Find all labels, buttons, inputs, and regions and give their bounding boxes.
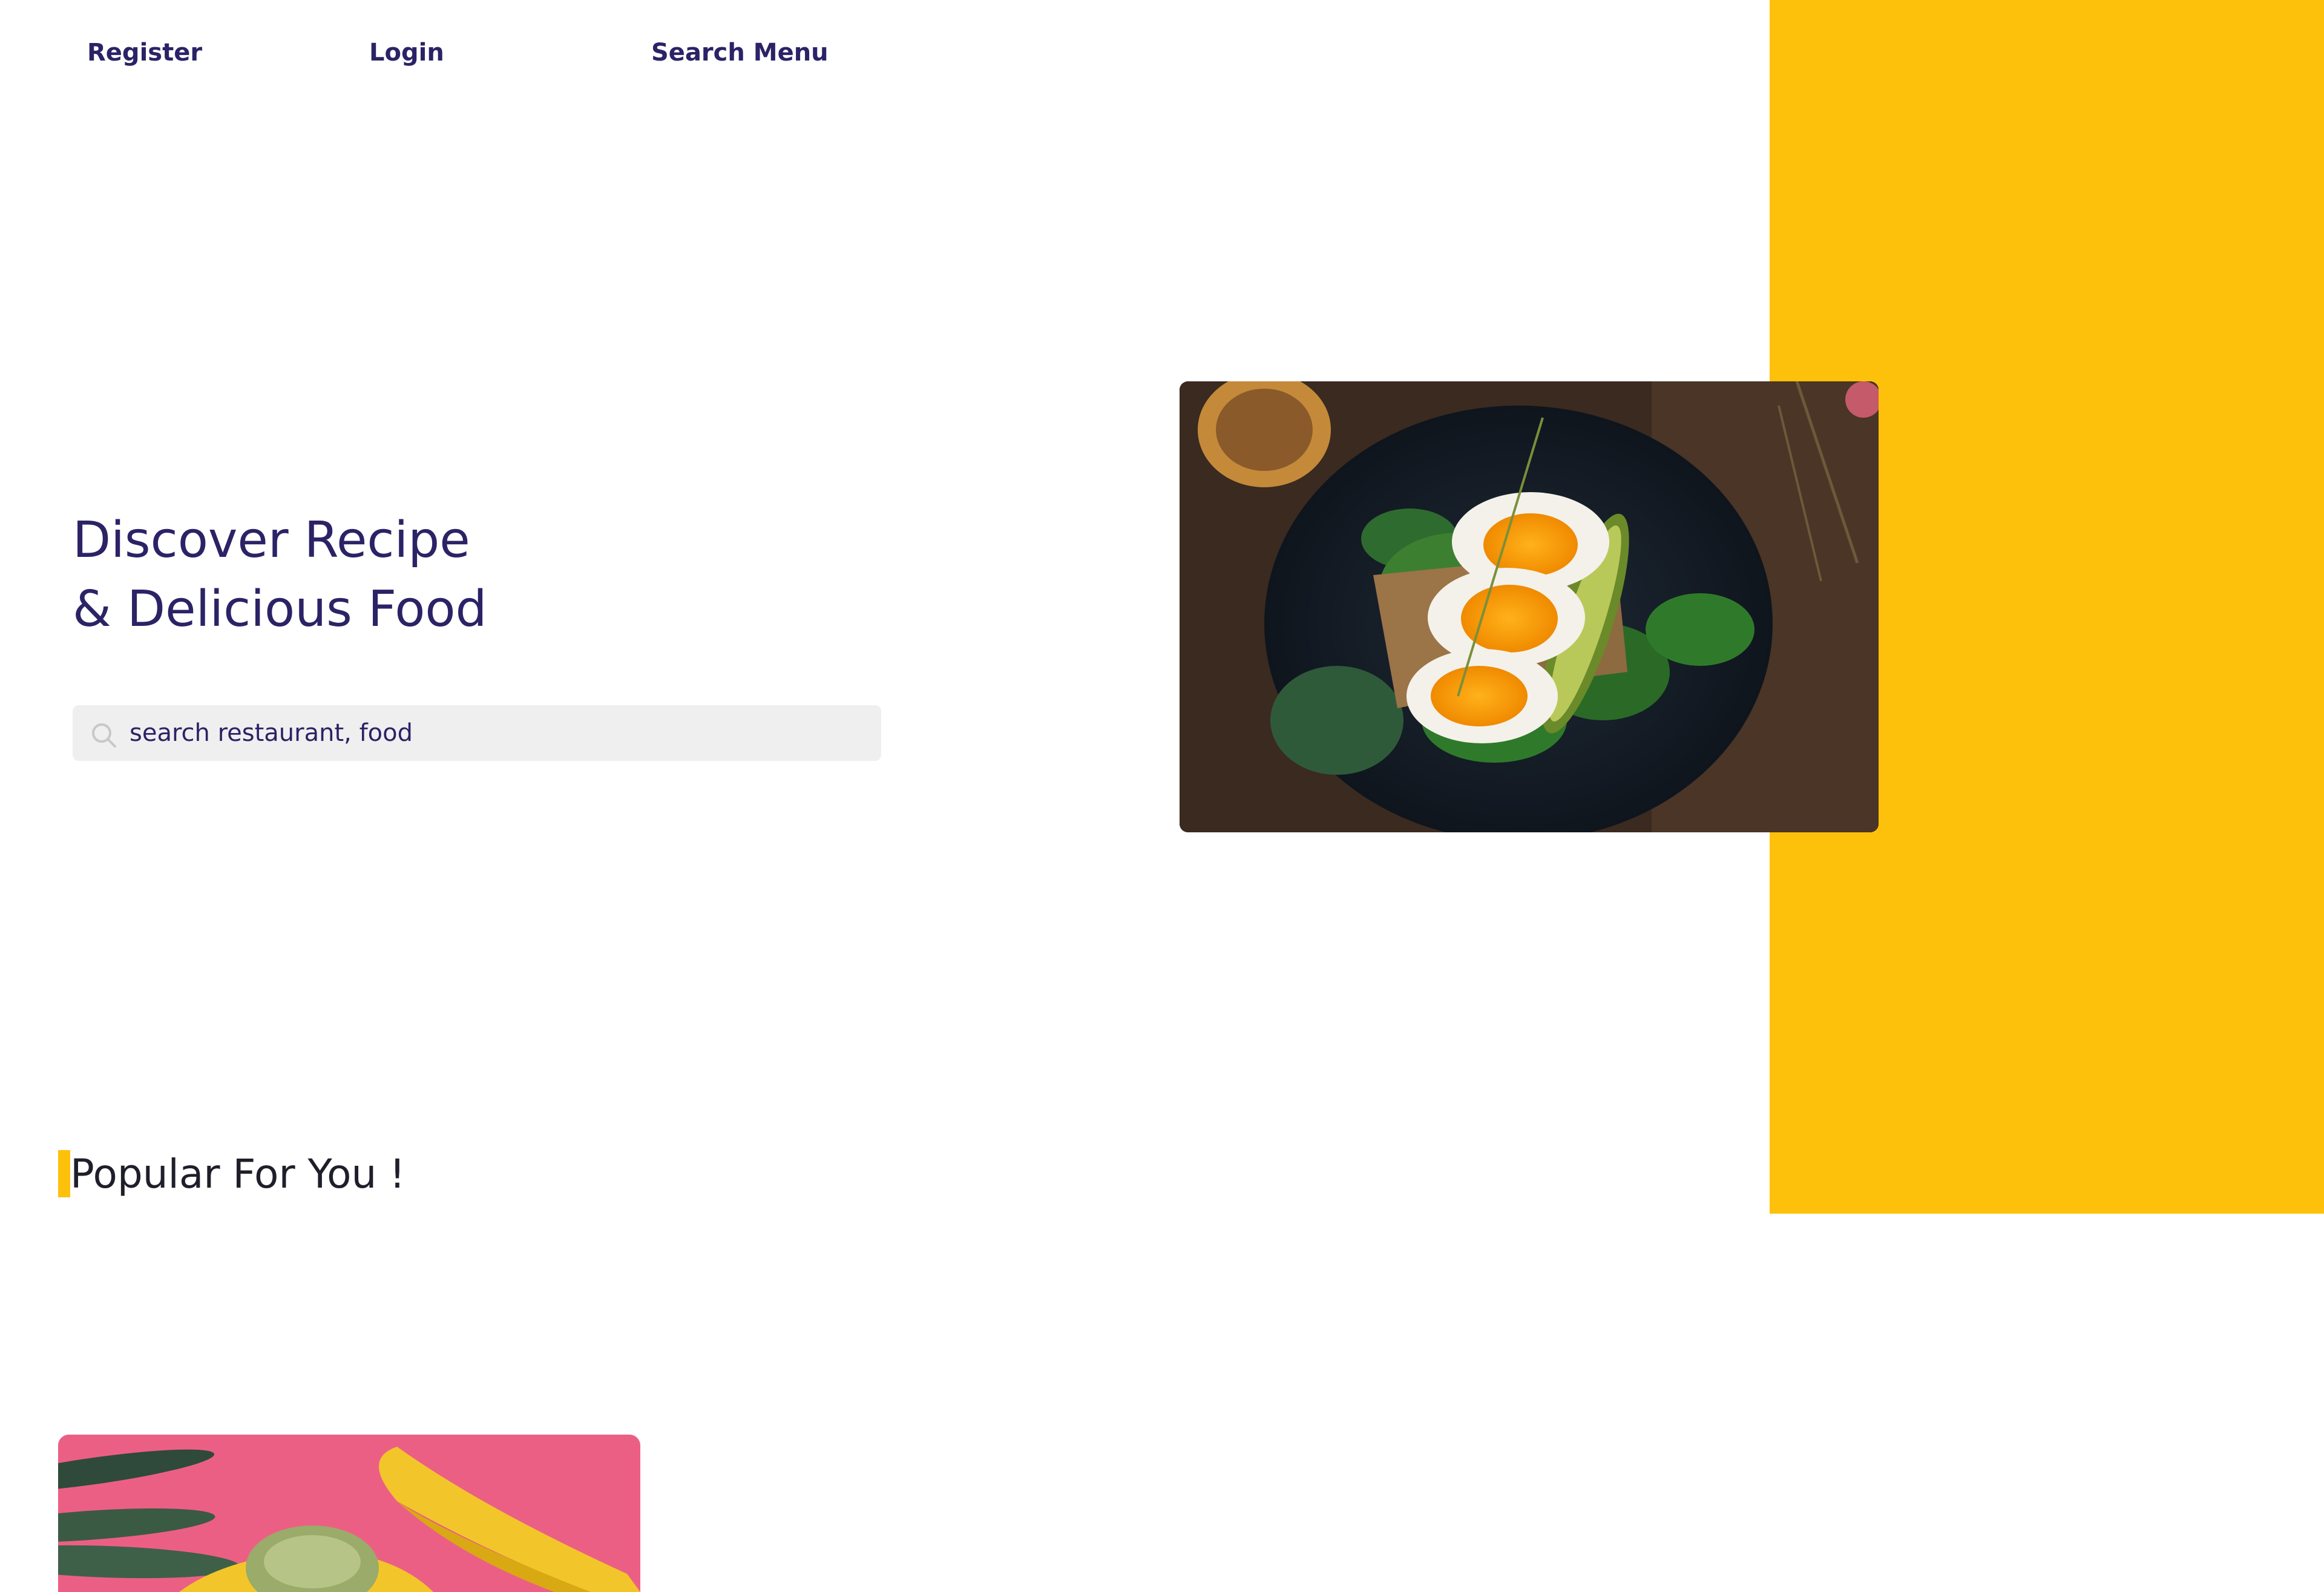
top-navigation: Register Login Search Menu bbox=[0, 0, 1210, 109]
hero-title-line-2: & Delicious Food bbox=[73, 581, 487, 638]
hero-title: Discover Recipe & Delicious Food bbox=[73, 506, 487, 644]
search-bar bbox=[73, 705, 881, 761]
hero-food-image bbox=[1180, 381, 1879, 832]
login-link[interactable]: Login bbox=[369, 39, 444, 67]
section-accent-bar bbox=[58, 1150, 70, 1197]
search-icon bbox=[90, 721, 119, 750]
popular-card[interactable] bbox=[58, 1435, 640, 1592]
banana-food-image bbox=[58, 1435, 640, 1592]
hero-title-line-1: Discover Recipe bbox=[73, 511, 470, 569]
popular-section-title: Popular For You ! bbox=[70, 1151, 405, 1197]
register-link[interactable]: Register bbox=[87, 39, 202, 67]
search-input[interactable] bbox=[128, 708, 857, 758]
search-menu-link[interactable]: Search Menu bbox=[651, 39, 829, 67]
